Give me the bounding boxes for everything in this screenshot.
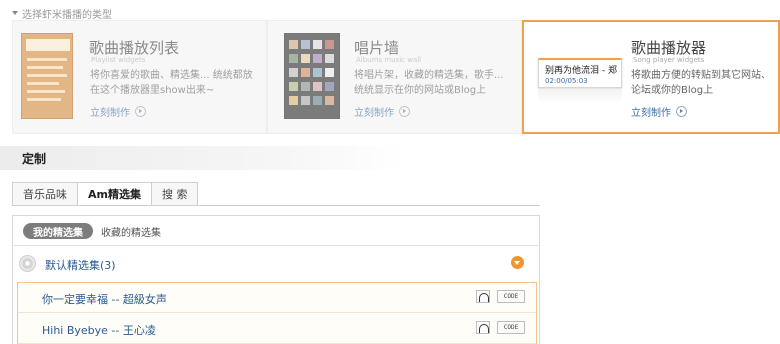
player-reflection [538,90,622,104]
widget-type-strip: 歌曲播放列表 Playlist widgets 将你喜爱的歌曲、精选集... 统… [12,20,780,134]
preview-song-title: 别再为他流泪 - 郑 [545,66,617,76]
song-player-thumbnail: 别再为他流泪 - 郑 02:00/05:03 [538,58,622,88]
code-button[interactable]: CODE [497,321,525,334]
type-title: 唱片墙 [354,39,400,57]
type-subtitle: Playlist widgets [91,56,146,64]
type-subtitle: Song player widgets [633,56,705,64]
song-list: 你一定要幸福 -- 超級女声 CODE Hihi Byebye -- 王心凌 C… [17,282,537,344]
type-subtitle: Albums music wall [356,56,422,64]
section-caption-label: 选择虾米播播的类型 [22,9,112,21]
type-description: 将唱片架，收藏的精选集，歌手... 统统显示在你的网站或Blog上 [354,70,504,96]
collapse-icon[interactable] [511,256,524,269]
type-card-album-wall[interactable]: 唱片墙 Albums music wall 将唱片架，收藏的精选集，歌手... … [267,20,522,134]
album-wall-thumbnail [284,33,340,119]
arrow-right-icon [135,106,146,117]
type-description: 将你喜爱的歌曲、精选集... 统统都放 在这个播放器里show出来~ [90,70,253,96]
section-caption[interactable]: 选择虾米播播的类型 [12,6,112,21]
type-title: 歌曲播放列表 [89,39,180,57]
make-now-link[interactable]: 立刻制作 [90,104,146,119]
preview-time: 02:00/05:03 [545,77,588,85]
tab-music-taste[interactable]: 音乐品味 [12,182,78,206]
divider [13,245,539,246]
subtab-saved-collections[interactable]: 收藏的精选集 [101,224,161,239]
source-tabs: 音乐品味 Am精选集 搜 索 [12,182,199,206]
song-title-link[interactable]: 你一定要幸福 -- 超級女声 [42,291,167,307]
type-title: 歌曲播放器 [631,39,707,57]
collection-folder-label: 默认精选集(3) [45,259,116,272]
playlist-thumbnail [21,33,73,119]
code-button[interactable]: CODE [497,290,525,303]
list-item: 你一定要幸福 -- 超級女声 CODE [18,283,536,313]
collection-folder[interactable]: 默认精选集(3) [13,250,539,278]
collections-panel: 我的精选集 收藏的精选集 默认精选集(3) 你一定要幸福 -- 超級女声 COD… [12,215,540,344]
subtab-my-collections[interactable]: 我的精选集 [23,223,93,239]
arrow-right-icon [399,106,410,117]
customize-header: 定制 [0,146,404,170]
list-item: Hihi Byebye -- 王心凌 CODE [18,314,536,344]
arrow-right-icon [676,106,687,117]
headphones-icon[interactable] [476,290,490,303]
customize-title: 定制 [22,151,47,166]
song-title-link[interactable]: Hihi Byebye -- 王心凌 [42,322,156,338]
collection-subtabs: 我的精选集 收藏的精选集 [23,223,161,239]
headphones-icon[interactable] [476,321,490,334]
tab-collections[interactable]: Am精选集 [77,182,152,206]
tab-divider [12,205,540,206]
type-card-playlist[interactable]: 歌曲播放列表 Playlist widgets 将你喜爱的歌曲、精选集... 统… [12,20,267,134]
disc-icon [19,255,36,272]
make-now-link[interactable]: 立刻制作 [631,104,687,119]
tab-search[interactable]: 搜 索 [150,182,199,206]
type-description: 将歌曲方便的转贴到其它网站、 论坛或你的Blog上 [631,70,771,96]
type-card-song-player[interactable]: 别再为他流泪 - 郑 02:00/05:03 歌曲播放器 Song player… [522,20,780,134]
caret-down-icon [12,11,18,15]
make-now-link[interactable]: 立刻制作 [354,104,410,119]
